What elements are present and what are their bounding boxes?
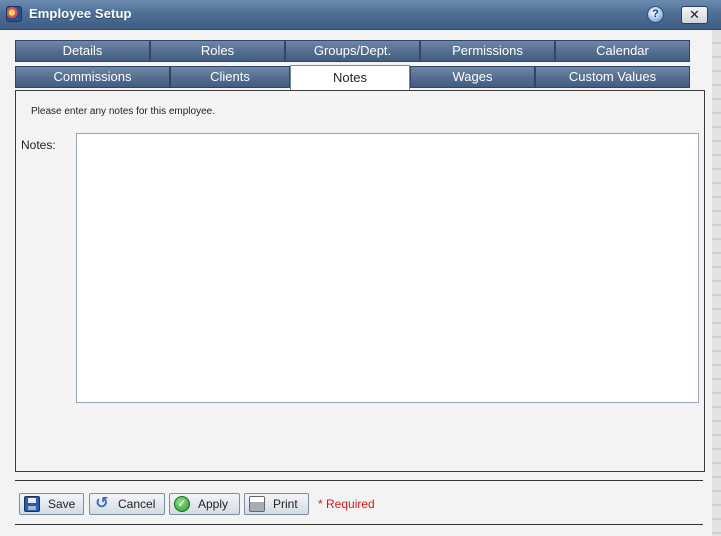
apply-button-label: Apply [198, 497, 229, 511]
save-button[interactable]: Save [19, 493, 84, 515]
tab-custom-values[interactable]: Custom Values [535, 66, 690, 88]
tab-wages[interactable]: Wages [410, 66, 535, 88]
window-title: Employee Setup [29, 6, 132, 21]
close-icon[interactable]: ✕ [681, 6, 708, 24]
check-circle-icon: ✓ [174, 496, 190, 512]
undo-arrow-icon: ↺ [95, 495, 109, 512]
tab-calendar[interactable]: Calendar [555, 40, 690, 62]
tab-groups-dept[interactable]: Groups/Dept. [285, 40, 420, 62]
tab-details[interactable]: Details [15, 40, 150, 62]
print-button-label: Print [273, 497, 298, 511]
printer-icon [249, 496, 265, 512]
apply-button[interactable]: ✓ Apply [169, 493, 240, 515]
help-icon[interactable]: ? [647, 6, 664, 23]
tab-commissions[interactable]: Commissions [15, 66, 170, 88]
tab-permissions[interactable]: Permissions [420, 40, 555, 62]
footer-separator-top [15, 480, 703, 481]
save-button-label: Save [48, 497, 76, 511]
print-button[interactable]: Print [244, 493, 309, 515]
notes-textarea[interactable] [76, 133, 699, 403]
tab-clients[interactable]: Clients [170, 66, 290, 88]
notes-instructions: Please enter any notes for this employee… [31, 106, 215, 117]
required-note: * Required [318, 497, 375, 511]
tab-roles[interactable]: Roles [150, 40, 285, 62]
cancel-button[interactable]: ↺ Cancel [89, 493, 165, 515]
floppy-disk-icon [24, 496, 40, 512]
notes-label: Notes: [21, 138, 56, 152]
cancel-button-label: Cancel [118, 497, 156, 511]
tab-notes[interactable]: Notes [290, 65, 410, 90]
app-logo-icon [6, 6, 22, 22]
window-right-edge [712, 30, 721, 536]
title-bar: Employee Setup ? ✕ [0, 0, 721, 30]
footer-separator-bottom [15, 524, 703, 525]
